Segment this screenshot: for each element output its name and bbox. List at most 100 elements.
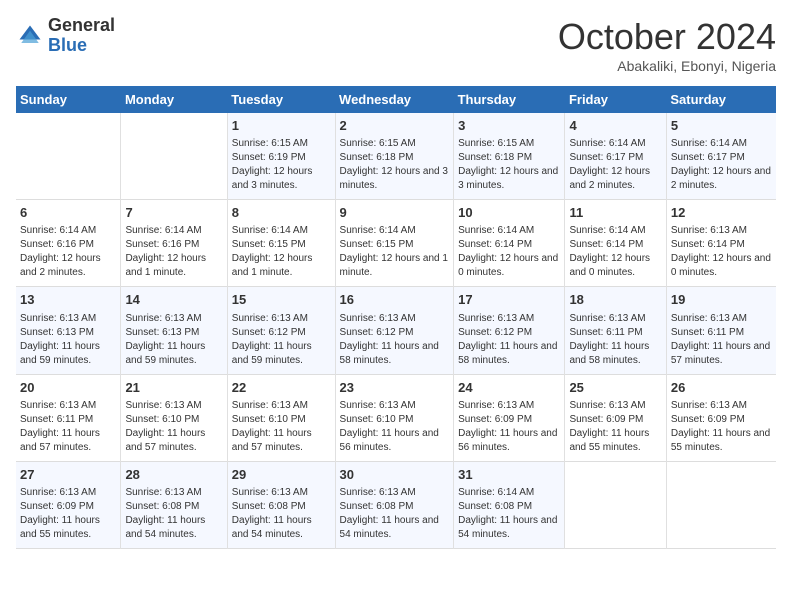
- calendar-cell: [121, 113, 227, 200]
- location-subtitle: Abakaliki, Ebonyi, Nigeria: [558, 58, 776, 74]
- day-info: Sunrise: 6:13 AM Sunset: 6:11 PM Dayligh…: [671, 312, 772, 368]
- day-number: 22: [232, 379, 331, 397]
- day-number: 28: [125, 466, 222, 484]
- col-wednesday: Wednesday: [335, 86, 454, 113]
- day-info: Sunrise: 6:13 AM Sunset: 6:11 PM Dayligh…: [569, 312, 661, 368]
- day-number: 13: [20, 291, 116, 309]
- day-number: 26: [671, 379, 772, 397]
- day-number: 14: [125, 291, 222, 309]
- day-info: Sunrise: 6:14 AM Sunset: 6:14 PM Dayligh…: [569, 224, 661, 280]
- col-sunday: Sunday: [16, 86, 121, 113]
- calendar-cell: 7 Sunrise: 6:14 AM Sunset: 6:16 PM Daylig…: [121, 200, 227, 287]
- calendar-cell: 28 Sunrise: 6:13 AM Sunset: 6:08 PM Dayli…: [121, 461, 227, 548]
- col-tuesday: Tuesday: [227, 86, 335, 113]
- calendar-cell: [565, 461, 666, 548]
- calendar-cell: 19 Sunrise: 6:13 AM Sunset: 6:11 PM Dayli…: [666, 287, 776, 374]
- calendar-header: Sunday Monday Tuesday Wednesday Thursday…: [16, 86, 776, 113]
- day-number: 9: [340, 204, 450, 222]
- calendar-cell: 25 Sunrise: 6:13 AM Sunset: 6:09 PM Dayli…: [565, 374, 666, 461]
- day-info: Sunrise: 6:13 AM Sunset: 6:08 PM Dayligh…: [340, 486, 450, 542]
- day-number: 12: [671, 204, 772, 222]
- calendar-cell: 17 Sunrise: 6:13 AM Sunset: 6:12 PM Dayli…: [454, 287, 565, 374]
- day-info: Sunrise: 6:13 AM Sunset: 6:10 PM Dayligh…: [125, 399, 222, 455]
- day-info: Sunrise: 6:13 AM Sunset: 6:09 PM Dayligh…: [569, 399, 661, 455]
- calendar-cell: 18Sunrise: 6:13 AM Sunset: 6:11 PM Dayli…: [565, 287, 666, 374]
- calendar-week-row: 1Sunrise: 6:15 AM Sunset: 6:19 PM Daylig…: [16, 113, 776, 200]
- day-number: 10: [458, 204, 560, 222]
- logo-general: General: [48, 16, 115, 36]
- title-area: October 2024 Abakaliki, Ebonyi, Nigeria: [558, 16, 776, 74]
- calendar-cell: 6Sunrise: 6:14 AM Sunset: 6:16 PM Daylig…: [16, 200, 121, 287]
- day-number: 6: [20, 204, 116, 222]
- calendar-cell: 24 Sunrise: 6:13 AM Sunset: 6:09 PM Dayli…: [454, 374, 565, 461]
- calendar-cell: 31Sunrise: 6:14 AM Sunset: 6:08 PM Dayli…: [454, 461, 565, 548]
- calendar-cell: 1Sunrise: 6:15 AM Sunset: 6:19 PM Daylig…: [227, 113, 335, 200]
- day-info: Sunrise: 6:14 AM Sunset: 6:15 PM Dayligh…: [232, 224, 331, 280]
- day-info: Sunrise: 6:13 AM Sunset: 6:12 PM Dayligh…: [340, 312, 450, 368]
- page-header: General Blue October 2024 Abakaliki, Ebo…: [16, 16, 776, 74]
- day-info: Sunrise: 6:13 AM Sunset: 6:08 PM Dayligh…: [125, 486, 222, 542]
- day-info: Sunrise: 6:13 AM Sunset: 6:12 PM Dayligh…: [232, 312, 331, 368]
- calendar-cell: 22 Sunrise: 6:13 AM Sunset: 6:10 PM Dayli…: [227, 374, 335, 461]
- day-info: Sunrise: 6:13 AM Sunset: 6:08 PM Dayligh…: [232, 486, 331, 542]
- col-friday: Friday: [565, 86, 666, 113]
- day-number: 5: [671, 117, 772, 135]
- day-info: Sunrise: 6:14 AM Sunset: 6:15 PM Dayligh…: [340, 224, 450, 280]
- calendar-week-row: 20Sunrise: 6:13 AM Sunset: 6:11 PM Dayli…: [16, 374, 776, 461]
- day-number: 27: [20, 466, 116, 484]
- logo-text: General Blue: [48, 16, 115, 56]
- day-number: 30: [340, 466, 450, 484]
- day-info: Sunrise: 6:13 AM Sunset: 6:14 PM Dayligh…: [671, 224, 772, 280]
- calendar-cell: [666, 461, 776, 548]
- day-info: Sunrise: 6:14 AM Sunset: 6:17 PM Dayligh…: [569, 137, 661, 193]
- day-number: 11: [569, 204, 661, 222]
- calendar-cell: 13 Sunrise: 6:13 AM Sunset: 6:13 PM Dayli…: [16, 287, 121, 374]
- calendar-cell: 27 Sunrise: 6:13 AM Sunset: 6:09 PM Dayli…: [16, 461, 121, 548]
- day-info: Sunrise: 6:13 AM Sunset: 6:09 PM Dayligh…: [458, 399, 560, 455]
- calendar-cell: 3Sunrise: 6:15 AM Sunset: 6:18 PM Daylig…: [454, 113, 565, 200]
- day-info: Sunrise: 6:13 AM Sunset: 6:09 PM Dayligh…: [671, 399, 772, 455]
- day-number: 8: [232, 204, 331, 222]
- col-monday: Monday: [121, 86, 227, 113]
- calendar-cell: 9 Sunrise: 6:14 AM Sunset: 6:15 PM Daylig…: [335, 200, 454, 287]
- calendar-cell: 16 Sunrise: 6:13 AM Sunset: 6:12 PM Dayli…: [335, 287, 454, 374]
- day-number: 2: [340, 117, 450, 135]
- day-number: 17: [458, 291, 560, 309]
- day-number: 16: [340, 291, 450, 309]
- calendar-week-row: 6 Sunrise: 6:14 AM Sunset: 6:16 PM Daylig…: [16, 200, 776, 287]
- day-info: Sunrise: 6:13 AM Sunset: 6:13 PM Dayligh…: [125, 312, 222, 368]
- calendar-cell: 26 Sunrise: 6:13 AM Sunset: 6:09 PM Dayli…: [666, 374, 776, 461]
- day-number: 24: [458, 379, 560, 397]
- day-number: 31: [458, 466, 560, 484]
- day-number: 20: [20, 379, 116, 397]
- calendar-week-row: 27 Sunrise: 6:13 AM Sunset: 6:09 PM Dayli…: [16, 461, 776, 548]
- day-number: 3: [458, 117, 560, 135]
- calendar-cell: 14 Sunrise: 6:13 AM Sunset: 6:13 PM Dayli…: [121, 287, 227, 374]
- day-number: 19: [671, 291, 772, 309]
- month-title: October 2024: [558, 16, 776, 58]
- calendar-cell: 15Sunrise: 6:13 AM Sunset: 6:12 PM Dayli…: [227, 287, 335, 374]
- day-info: Sunrise: 6:14 AM Sunset: 6:17 PM Dayligh…: [671, 137, 772, 193]
- day-number: 21: [125, 379, 222, 397]
- calendar-cell: 29 Sunrise: 6:13 AM Sunset: 6:08 PM Dayli…: [227, 461, 335, 548]
- calendar-cell: [16, 113, 121, 200]
- day-number: 25: [569, 379, 661, 397]
- calendar-week-row: 13 Sunrise: 6:13 AM Sunset: 6:13 PM Dayli…: [16, 287, 776, 374]
- day-number: 23: [340, 379, 450, 397]
- day-info: Sunrise: 6:13 AM Sunset: 6:10 PM Dayligh…: [232, 399, 331, 455]
- calendar-cell: 11 Sunrise: 6:14 AM Sunset: 6:14 PM Dayli…: [565, 200, 666, 287]
- calendar-cell: 30 Sunrise: 6:13 AM Sunset: 6:08 PM Dayli…: [335, 461, 454, 548]
- header-row: Sunday Monday Tuesday Wednesday Thursday…: [16, 86, 776, 113]
- day-info: Sunrise: 6:14 AM Sunset: 6:14 PM Dayligh…: [458, 224, 560, 280]
- day-number: 29: [232, 466, 331, 484]
- day-number: 7: [125, 204, 222, 222]
- calendar-cell: 12 Sunrise: 6:13 AM Sunset: 6:14 PM Dayli…: [666, 200, 776, 287]
- day-info: Sunrise: 6:13 AM Sunset: 6:12 PM Dayligh…: [458, 312, 560, 368]
- day-info: Sunrise: 6:14 AM Sunset: 6:16 PM Dayligh…: [125, 224, 222, 280]
- logo-icon: [16, 22, 44, 50]
- logo-blue: Blue: [48, 36, 115, 56]
- day-info: Sunrise: 6:15 AM Sunset: 6:18 PM Dayligh…: [340, 137, 450, 193]
- calendar-cell: 20Sunrise: 6:13 AM Sunset: 6:11 PM Dayli…: [16, 374, 121, 461]
- day-info: Sunrise: 6:13 AM Sunset: 6:13 PM Dayligh…: [20, 312, 116, 368]
- day-info: Sunrise: 6:13 AM Sunset: 6:09 PM Dayligh…: [20, 486, 116, 542]
